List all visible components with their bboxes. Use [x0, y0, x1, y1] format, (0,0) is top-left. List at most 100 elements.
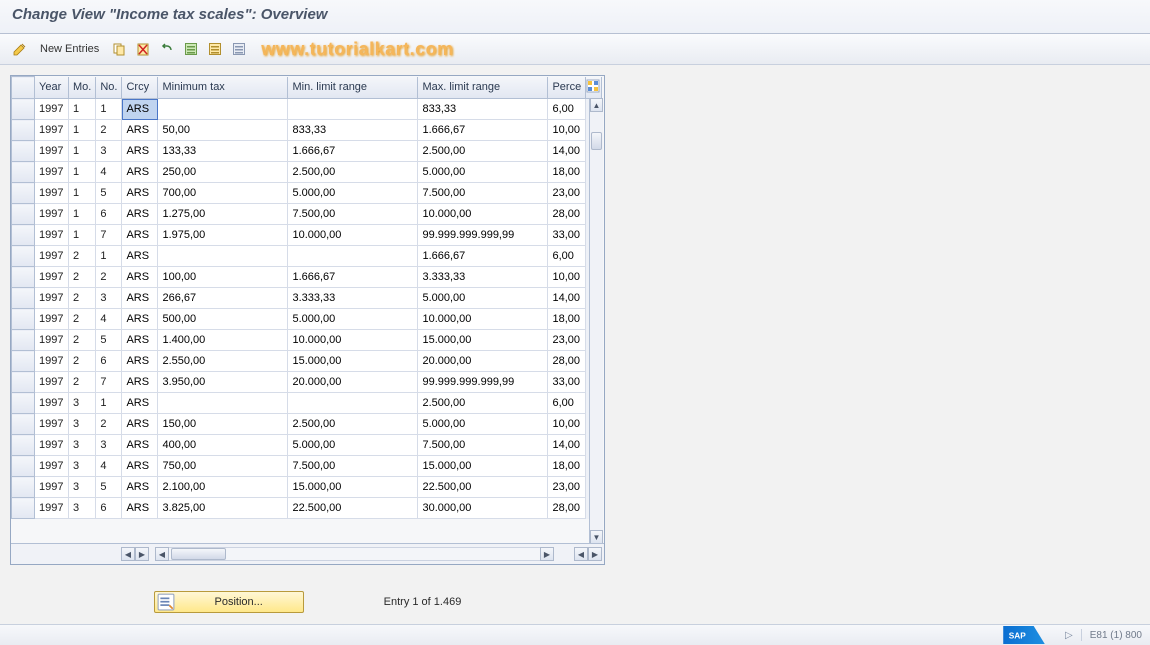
row-handle[interactable]	[12, 393, 35, 414]
cell-month[interactable]: 1	[69, 162, 96, 183]
cell-min-limit[interactable]: 2.500,00	[288, 162, 418, 183]
row-handle[interactable]	[12, 267, 35, 288]
cell-no[interactable]: 4	[96, 162, 122, 183]
cell-percent[interactable]: 28,00	[548, 204, 586, 225]
cell-percent[interactable]: 33,00	[548, 372, 586, 393]
select-block-icon[interactable]	[205, 39, 225, 59]
cell-percent[interactable]: 18,00	[548, 309, 586, 330]
select-all-handle[interactable]	[12, 77, 35, 99]
cell-year[interactable]: 1997	[35, 204, 69, 225]
row-handle[interactable]	[12, 99, 35, 120]
cell-crcy[interactable]: ARS	[122, 267, 158, 288]
row-handle[interactable]	[12, 498, 35, 519]
cell-min-tax[interactable]: 100,00	[158, 267, 288, 288]
cell-percent[interactable]: 33,00	[548, 225, 586, 246]
cell-min-tax[interactable]: 266,67	[158, 288, 288, 309]
cell-month[interactable]: 2	[69, 246, 96, 267]
cell-no[interactable]: 3	[96, 435, 122, 456]
cell-percent[interactable]: 10,00	[548, 414, 586, 435]
cell-no[interactable]: 5	[96, 330, 122, 351]
cell-crcy[interactable]: ARS	[122, 309, 158, 330]
cell-min-limit[interactable]: 10.000,00	[288, 225, 418, 246]
cell-no[interactable]: 2	[96, 414, 122, 435]
cell-max-limit[interactable]: 20.000,00	[418, 351, 548, 372]
cell-month[interactable]: 3	[69, 477, 96, 498]
cell-max-limit[interactable]: 2.500,00	[418, 141, 548, 162]
cell-year[interactable]: 1997	[35, 351, 69, 372]
row-handle[interactable]	[12, 225, 35, 246]
cell-no[interactable]: 6	[96, 351, 122, 372]
cell-min-tax[interactable]	[158, 246, 288, 267]
cell-min-limit[interactable]	[288, 393, 418, 414]
cell-min-limit[interactable]: 15.000,00	[288, 351, 418, 372]
cell-year[interactable]: 1997	[35, 99, 69, 120]
cell-month[interactable]: 1	[69, 204, 96, 225]
cell-month[interactable]: 1	[69, 99, 96, 120]
scroll-left-button[interactable]: ◀	[155, 547, 169, 561]
col-no[interactable]: No.	[96, 77, 122, 99]
cell-min-limit[interactable]	[288, 246, 418, 267]
cell-min-limit[interactable]: 1.666,67	[288, 267, 418, 288]
row-handle[interactable]	[12, 309, 35, 330]
cell-percent[interactable]: 23,00	[548, 477, 586, 498]
cell-no[interactable]: 1	[96, 99, 122, 120]
cell-max-limit[interactable]: 5.000,00	[418, 162, 548, 183]
scroll-right-end-left-button[interactable]: ◀	[574, 547, 588, 561]
col-year[interactable]: Year	[35, 77, 69, 99]
row-handle[interactable]	[12, 351, 35, 372]
scroll-right-end-right-button[interactable]: ▶	[588, 547, 602, 561]
cell-year[interactable]: 1997	[35, 414, 69, 435]
cell-max-limit[interactable]: 7.500,00	[418, 435, 548, 456]
hscroll-thumb[interactable]	[171, 548, 226, 560]
cell-year[interactable]: 1997	[35, 372, 69, 393]
cell-no[interactable]: 6	[96, 204, 122, 225]
col-crcy[interactable]: Crcy	[122, 77, 158, 99]
cell-crcy[interactable]: ARS	[122, 498, 158, 519]
cell-no[interactable]: 7	[96, 225, 122, 246]
cell-no[interactable]: 6	[96, 498, 122, 519]
cell-max-limit[interactable]: 30.000,00	[418, 498, 548, 519]
cell-crcy[interactable]: ARS	[122, 162, 158, 183]
cell-max-limit[interactable]: 22.500,00	[418, 477, 548, 498]
table-row[interactable]: 199736ARS3.825,0022.500,0030.000,0028,00	[12, 498, 602, 519]
cell-crcy[interactable]: ARS	[122, 120, 158, 141]
cell-min-tax[interactable]: 133,33	[158, 141, 288, 162]
cell-year[interactable]: 1997	[35, 330, 69, 351]
cell-crcy[interactable]: ARS	[122, 141, 158, 162]
table-row[interactable]: 199715ARS700,005.000,007.500,0023,00	[12, 183, 602, 204]
cell-min-limit[interactable]: 5.000,00	[288, 435, 418, 456]
cell-year[interactable]: 1997	[35, 246, 69, 267]
cell-month[interactable]: 3	[69, 456, 96, 477]
cell-month[interactable]: 3	[69, 498, 96, 519]
cell-crcy[interactable]: ARS	[122, 414, 158, 435]
hscroll-track[interactable]	[169, 547, 540, 561]
row-handle[interactable]	[12, 288, 35, 309]
cell-min-tax[interactable]: 50,00	[158, 120, 288, 141]
scroll-down-button[interactable]: ▼	[590, 530, 603, 543]
cell-month[interactable]: 2	[69, 309, 96, 330]
col-min-tax[interactable]: Minimum tax	[158, 77, 288, 99]
cell-min-tax[interactable]: 400,00	[158, 435, 288, 456]
cell-year[interactable]: 1997	[35, 162, 69, 183]
cell-month[interactable]: 1	[69, 183, 96, 204]
cell-max-limit[interactable]: 10.000,00	[418, 309, 548, 330]
cell-max-limit[interactable]: 5.000,00	[418, 414, 548, 435]
cell-min-limit[interactable]: 10.000,00	[288, 330, 418, 351]
cell-min-tax[interactable]	[158, 99, 288, 120]
cell-crcy[interactable]: ARS	[122, 225, 158, 246]
scroll-right-button[interactable]: ▶	[540, 547, 554, 561]
cell-min-tax[interactable]: 700,00	[158, 183, 288, 204]
horizontal-scrollbar[interactable]: ◀ ▶ ◀ ▶ ◀ ▶	[11, 543, 604, 564]
cell-year[interactable]: 1997	[35, 477, 69, 498]
cell-crcy[interactable]: ARS	[122, 351, 158, 372]
cell-max-limit[interactable]: 3.333,33	[418, 267, 548, 288]
table-row[interactable]: 199732ARS150,002.500,005.000,0010,00	[12, 414, 602, 435]
cell-percent[interactable]: 23,00	[548, 183, 586, 204]
col-min-limit[interactable]: Min. limit range	[288, 77, 418, 99]
cell-min-tax[interactable]: 3.825,00	[158, 498, 288, 519]
vertical-scrollbar[interactable]: ▲ ▼	[589, 98, 603, 543]
cell-max-limit[interactable]: 99.999.999.999,99	[418, 225, 548, 246]
table-row[interactable]: 199721ARS1.666,676,00	[12, 246, 602, 267]
table-row[interactable]: 199714ARS250,002.500,005.000,0018,00	[12, 162, 602, 183]
table-config-button[interactable]	[586, 77, 602, 99]
